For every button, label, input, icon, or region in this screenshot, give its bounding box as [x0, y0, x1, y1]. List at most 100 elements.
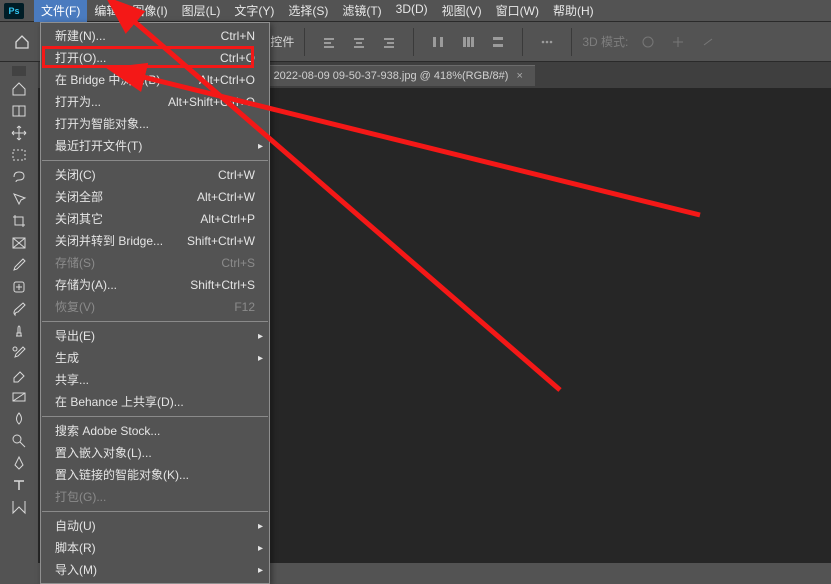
dodge-icon[interactable]: [6, 430, 32, 452]
marquee-icon[interactable]: [6, 144, 32, 166]
stamp-icon[interactable]: [6, 320, 32, 342]
menu-item[interactable]: 生成: [41, 347, 269, 369]
menu-item[interactable]: 最近打开文件(T): [41, 135, 269, 157]
menubar: Ps 文件(F)编辑图像(I)图层(L)文字(Y)选择(S)滤镜(T)3D(D)…: [0, 0, 831, 22]
home-icon[interactable]: [6, 78, 32, 100]
menu-item-label: 置入链接的智能对象(K)...: [55, 467, 189, 483]
menu-separator: [42, 321, 268, 322]
menu-item: 存储(S)Ctrl+S: [41, 252, 269, 274]
file-menu-dropdown: 新建(N)...Ctrl+N 打开(O)... Ctrl+O 在 Bridge 中浏览…: [40, 22, 270, 584]
heal-icon[interactable]: [6, 276, 32, 298]
menu-item-label: 新建(N)...: [55, 28, 106, 44]
menu-item-label: 打开为智能对象...: [55, 116, 149, 132]
type-icon[interactable]: [6, 474, 32, 496]
menu-item[interactable]: 导入(M): [41, 559, 269, 581]
toolbox-grip[interactable]: [12, 66, 26, 76]
menu-item[interactable]: 在 Bridge 中浏览(B)... Alt+Ctrl+O: [41, 69, 269, 91]
chevron-right-icon: [258, 539, 263, 557]
panel-icon[interactable]: [6, 100, 32, 122]
menu-item[interactable]: 帮助(H): [546, 0, 601, 22]
menu-separator: [42, 416, 268, 417]
menu-item-label: 关闭其它: [55, 211, 103, 227]
menu-item[interactable]: 存储为(A)... Shift+Ctrl+S: [41, 274, 269, 296]
gradient-icon[interactable]: [6, 386, 32, 408]
menu-item[interactable]: 打开为智能对象...: [41, 113, 269, 135]
lasso-icon[interactable]: [6, 166, 32, 188]
menu-item[interactable]: 关闭(C)Ctrl+W: [41, 164, 269, 186]
menu-shortcut: Alt+Ctrl+O: [199, 72, 255, 88]
toolbox: [0, 62, 38, 563]
quick-select-icon[interactable]: [6, 188, 32, 210]
menu-item[interactable]: 在 Behance 上共享(D)...: [41, 391, 269, 413]
menu-item[interactable]: 打开为...Alt+Shift+Ctrl+O: [41, 91, 269, 113]
menu-item-label: 关闭全部: [55, 189, 103, 205]
distribute-group: [424, 28, 512, 56]
chevron-right-icon: [258, 517, 263, 535]
menu-item-label: 导入(M): [55, 562, 97, 578]
mode-3d-label: 3D 模式:: [582, 33, 628, 50]
align-icon[interactable]: [315, 28, 343, 56]
menu-item: 打包(G)...: [41, 486, 269, 508]
move-icon[interactable]: [6, 122, 32, 144]
menu-shortcut: Ctrl+O: [220, 50, 255, 66]
menu-item[interactable]: 文件(F): [34, 0, 87, 22]
menu-shortcut: Alt+Ctrl+W: [197, 189, 255, 205]
menu-item[interactable]: 打开(O)... Ctrl+O: [41, 47, 269, 69]
crop-icon[interactable]: [6, 210, 32, 232]
history-brush-icon[interactable]: [6, 342, 32, 364]
menu-shortcut: Shift+Ctrl+W: [187, 233, 255, 249]
dist-icon[interactable]: [454, 28, 482, 56]
menu-item[interactable]: 编辑: [87, 0, 125, 22]
menu-item-label: 打包(G)...: [55, 489, 106, 505]
menu-item[interactable]: 视图(V): [435, 0, 489, 22]
menu-item-label: 存储为(A)...: [55, 277, 117, 293]
menu-item[interactable]: 导出(E): [41, 325, 269, 347]
menu-item[interactable]: 滤镜(T): [335, 0, 388, 22]
slide-icon[interactable]: [694, 28, 722, 56]
menu-item[interactable]: 自动(U): [41, 515, 269, 537]
menu-item[interactable]: 新建(N)...Ctrl+N: [41, 25, 269, 47]
eyedrop-icon[interactable]: [6, 254, 32, 276]
more-icon[interactable]: [533, 28, 561, 56]
menu-item[interactable]: 3D(D): [389, 0, 435, 22]
pan-icon[interactable]: [664, 28, 692, 56]
menu-item[interactable]: 置入链接的智能对象(K)...: [41, 464, 269, 486]
orbit-icon[interactable]: [634, 28, 662, 56]
pen-icon[interactable]: [6, 452, 32, 474]
align-icon[interactable]: [375, 28, 403, 56]
chevron-right-icon: [258, 327, 263, 345]
dist-icon[interactable]: [424, 28, 452, 56]
frame-icon[interactable]: [6, 232, 32, 254]
menu-item[interactable]: 图像(I): [125, 0, 174, 22]
dist-icon[interactable]: [484, 28, 512, 56]
menu-item[interactable]: 窗口(W): [489, 0, 546, 22]
close-icon[interactable]: ×: [516, 70, 522, 82]
brush-icon[interactable]: [6, 298, 32, 320]
menu-item[interactable]: 文字(Y): [227, 0, 281, 22]
menu-item-label: 导出(E): [55, 328, 95, 344]
menu-item-label: 打开(O)...: [55, 50, 106, 66]
app-logo: Ps: [4, 3, 24, 19]
home-icon[interactable]: [8, 28, 36, 56]
3d-group: [634, 28, 722, 56]
menu-item[interactable]: 关闭全部 Alt+Ctrl+W: [41, 186, 269, 208]
align-icon[interactable]: [345, 28, 373, 56]
menu-shortcut: Shift+Ctrl+S: [190, 277, 255, 293]
menu-item[interactable]: 搜索 Adobe Stock...: [41, 420, 269, 442]
chevron-right-icon: [258, 349, 263, 367]
menu-item-label: 在 Bridge 中浏览(B)...: [55, 72, 170, 88]
menu-item[interactable]: 图层(L): [175, 0, 228, 22]
menu-item[interactable]: 关闭其它Alt+Ctrl+P: [41, 208, 269, 230]
blur-icon[interactable]: [6, 408, 32, 430]
menu-item[interactable]: 置入嵌入对象(L)...: [41, 442, 269, 464]
menu-item[interactable]: 脚本(R): [41, 537, 269, 559]
menu-item: 恢复(V)F12: [41, 296, 269, 318]
menu-item-label: 最近打开文件(T): [55, 138, 142, 154]
menu-item[interactable]: 共享...: [41, 369, 269, 391]
menu-item[interactable]: 关闭并转到 Bridge...Shift+Ctrl+W: [41, 230, 269, 252]
menu-item-label: 脚本(R): [55, 540, 96, 556]
path-icon[interactable]: [6, 496, 32, 518]
menu-item[interactable]: 选择(S): [281, 0, 335, 22]
eraser-icon[interactable]: [6, 364, 32, 386]
menu-item-label: 在 Behance 上共享(D)...: [55, 394, 184, 410]
